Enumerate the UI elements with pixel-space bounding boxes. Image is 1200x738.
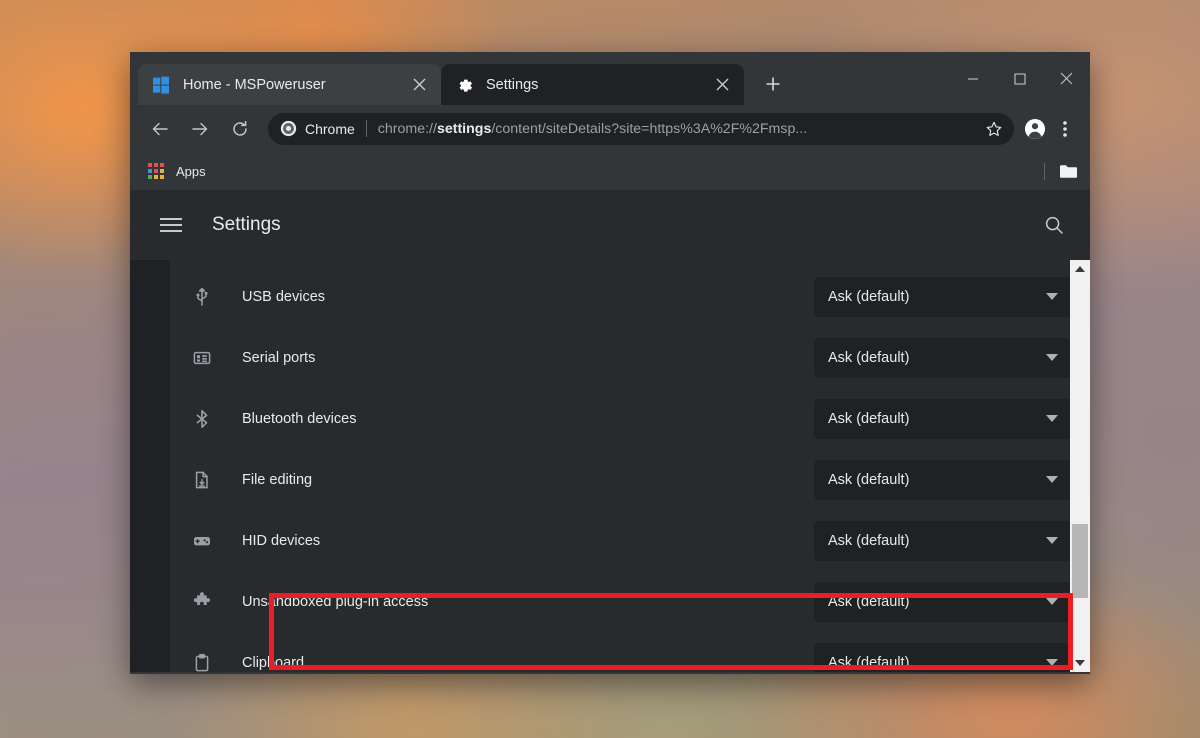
permission-row-usb-devices[interactable]: USB devices Ask (default): [170, 266, 1090, 327]
tab-close-icon[interactable]: [407, 73, 431, 97]
new-tab-button[interactable]: [756, 67, 790, 101]
windows-logo-icon: [152, 76, 170, 94]
permission-label: USB devices: [242, 289, 814, 305]
bluetooth-icon: [190, 407, 214, 431]
chevron-down-icon: [1046, 659, 1058, 666]
scrollbar-track[interactable]: [1070, 278, 1090, 654]
permission-label: Unsandboxed plug-in access: [242, 594, 814, 610]
apps-grid-icon: [148, 163, 164, 179]
permission-select-file-editing[interactable]: Ask (default): [814, 460, 1072, 500]
permission-select-clipboard[interactable]: Ask (default): [814, 643, 1072, 673]
permission-row-file-editing[interactable]: File editing Ask (default): [170, 449, 1090, 510]
permission-label: File editing: [242, 472, 814, 488]
permission-label: Serial ports: [242, 350, 814, 366]
tab-close-icon[interactable]: [710, 73, 734, 97]
three-dot-menu-icon[interactable]: [1050, 114, 1080, 144]
permission-label: Clipboard: [242, 655, 814, 671]
permission-select-value: Ask (default): [828, 411, 1046, 427]
url-highlight: settings: [437, 121, 491, 137]
permissions-panel: USB devices Ask (default): [170, 260, 1090, 672]
permission-select-usb-devices[interactable]: Ask (default): [814, 277, 1072, 317]
gear-icon: [455, 76, 473, 94]
forward-button[interactable]: [184, 113, 216, 145]
tab-settings[interactable]: Settings: [441, 64, 744, 105]
puzzle-piece-icon: [190, 590, 214, 614]
minimize-button[interactable]: [949, 52, 996, 105]
bookmark-apps-label: Apps: [176, 164, 206, 179]
url-text: chrome://settings/content/siteDetails?si…: [378, 121, 980, 137]
page-title: Settings: [212, 214, 1044, 236]
back-button[interactable]: [144, 113, 176, 145]
serial-port-icon: [190, 346, 214, 370]
scrollbar-down-arrow[interactable]: [1070, 654, 1090, 672]
account-avatar-icon[interactable]: [1020, 114, 1050, 144]
permission-select-value: Ask (default): [828, 289, 1046, 305]
permission-row-hid-devices[interactable]: HID devices Ask (default): [170, 510, 1090, 571]
chevron-down-icon: [1046, 354, 1058, 361]
chrome-badge: Chrome: [280, 120, 355, 137]
permission-select-unsandboxed-plugin-access[interactable]: Ask (default): [814, 582, 1072, 622]
permission-select-value: Ask (default): [828, 594, 1046, 610]
permission-row-clipboard[interactable]: Clipboard Ask (default): [170, 632, 1090, 672]
permission-select-hid-devices[interactable]: Ask (default): [814, 521, 1072, 561]
toolbar-right-controls: [1020, 114, 1080, 144]
chrome-badge-label: Chrome: [305, 121, 355, 137]
scrollbar-thumb[interactable]: [1072, 524, 1088, 598]
chrome-logo-icon: [280, 120, 297, 137]
bookmarks-divider: [1044, 163, 1045, 180]
bookmarks-bar: Apps: [130, 152, 1090, 190]
hid-gamepad-icon: [190, 529, 214, 553]
file-edit-icon: [190, 468, 214, 492]
scrollbar-up-arrow[interactable]: [1070, 260, 1090, 278]
usb-icon: [190, 285, 214, 309]
close-button[interactable]: [1043, 52, 1090, 105]
permission-row-bluetooth-devices[interactable]: Bluetooth devices Ask (default): [170, 388, 1090, 449]
tab-home-mspoweruser[interactable]: Home - MSPoweruser: [138, 64, 441, 105]
content-left-gutter: [130, 260, 170, 672]
permissions-list: USB devices Ask (default): [170, 260, 1090, 672]
tab-title: Home - MSPoweruser: [183, 77, 407, 93]
permission-label: Bluetooth devices: [242, 411, 814, 427]
chevron-down-icon: [1046, 476, 1058, 483]
chevron-down-icon: [1046, 415, 1058, 422]
browser-window: Home - MSPoweruser Settings: [130, 52, 1090, 674]
tab-strip: Home - MSPoweruser Settings: [130, 52, 1090, 105]
permission-label: HID devices: [242, 533, 814, 549]
settings-header: Settings: [130, 190, 1090, 260]
omnibox-divider: [366, 120, 367, 137]
clipboard-icon: [190, 651, 214, 673]
url-prefix: chrome://: [378, 121, 437, 137]
bookmark-apps[interactable]: Apps: [148, 163, 206, 179]
hamburger-menu-icon[interactable]: [160, 214, 182, 236]
chevron-down-icon: [1046, 537, 1058, 544]
chevron-down-icon: [1046, 598, 1058, 605]
address-bar[interactable]: Chrome chrome://settings/content/siteDet…: [268, 113, 1014, 145]
permission-select-serial-ports[interactable]: Ask (default): [814, 338, 1072, 378]
permission-select-value: Ask (default): [828, 533, 1046, 549]
url-suffix: /content/siteDetails?site=https%3A%2F%2F…: [491, 121, 807, 137]
window-controls: [949, 52, 1090, 105]
permission-row-serial-ports[interactable]: Serial ports Ask (default): [170, 327, 1090, 388]
maximize-button[interactable]: [996, 52, 1043, 105]
folder-icon[interactable]: [1059, 163, 1078, 180]
permission-select-value: Ask (default): [828, 655, 1046, 671]
permission-row-unsandboxed-plugin-access[interactable]: Unsandboxed plug-in access Ask (default): [170, 571, 1090, 632]
permission-select-value: Ask (default): [828, 472, 1046, 488]
browser-toolbar: Chrome chrome://settings/content/siteDet…: [130, 105, 1090, 152]
chevron-down-icon: [1046, 293, 1058, 300]
permission-select-bluetooth-devices[interactable]: Ask (default): [814, 399, 1072, 439]
permission-select-value: Ask (default): [828, 350, 1046, 366]
reload-button[interactable]: [224, 113, 256, 145]
bookmark-star-icon[interactable]: [980, 115, 1008, 143]
settings-content: USB devices Ask (default): [130, 260, 1090, 672]
tab-title: Settings: [486, 77, 710, 93]
search-icon[interactable]: [1044, 215, 1064, 235]
content-scrollbar[interactable]: [1070, 260, 1090, 672]
